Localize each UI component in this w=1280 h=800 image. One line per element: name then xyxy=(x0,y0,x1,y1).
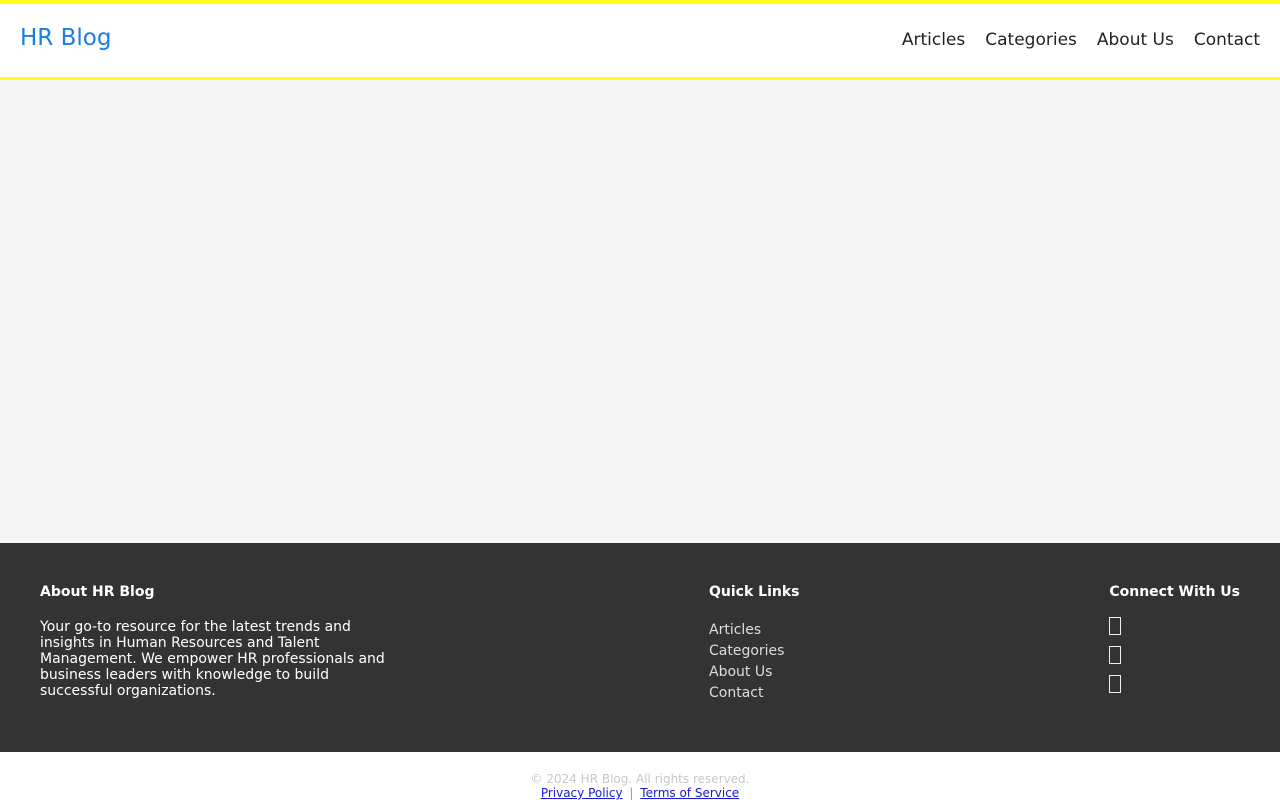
footer-quick-links-title: Quick Links xyxy=(709,584,800,600)
footer-link-articles[interactable]: Articles xyxy=(709,622,761,638)
footer-social-title: Connect With Us xyxy=(1109,584,1240,600)
brand-logo-link[interactable]: HR Blog xyxy=(20,25,111,51)
nav-about-us[interactable]: About Us xyxy=(1097,30,1174,50)
terms-of-service-link[interactable]: Terms of Service xyxy=(640,786,739,800)
social-icon-2-icon[interactable] xyxy=(1109,646,1122,664)
legal-links: Privacy Policy | Terms of Service xyxy=(0,786,1280,800)
footer-bottom: © 2024 HR Blog. All rights reserved. Pri… xyxy=(0,752,1280,800)
footer-about-text: Your go-to resource for the latest trend… xyxy=(40,619,385,699)
legal-separator: | xyxy=(629,786,634,800)
site-footer: About HR Blog Your go-to resource for th… xyxy=(0,543,1280,752)
social-icon-1-icon[interactable] xyxy=(1109,617,1122,635)
footer-about: About HR Blog Your go-to resource for th… xyxy=(40,584,400,699)
privacy-policy-link[interactable]: Privacy Policy xyxy=(541,786,623,800)
footer-about-title: About HR Blog xyxy=(40,584,155,600)
site-header: HR Blog Articles Categories About Us Con… xyxy=(0,0,1280,80)
main-content xyxy=(0,80,1280,543)
footer-link-categories[interactable]: Categories xyxy=(709,643,784,659)
footer-link-contact[interactable]: Contact xyxy=(709,685,763,701)
social-icon-3-icon[interactable] xyxy=(1109,675,1122,693)
nav-articles[interactable]: Articles xyxy=(902,30,965,50)
nav-categories[interactable]: Categories xyxy=(985,30,1077,50)
main-nav: Articles Categories About Us Contact xyxy=(902,30,1260,50)
copyright-text: © 2024 HR Blog. All rights reserved. xyxy=(530,772,750,786)
footer-quick-links: Quick Links Articles Categories About Us… xyxy=(709,584,799,703)
nav-contact[interactable]: Contact xyxy=(1194,30,1260,50)
footer-social: Connect With Us xyxy=(1109,584,1240,704)
footer-link-about-us[interactable]: About Us xyxy=(709,664,772,680)
